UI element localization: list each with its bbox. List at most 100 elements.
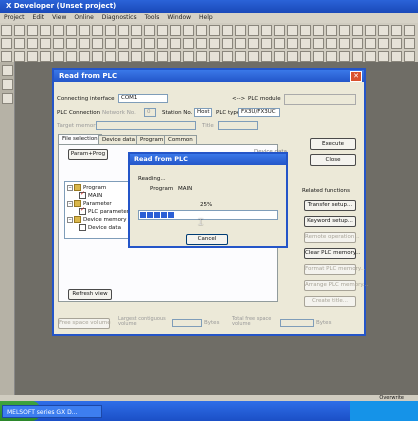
toolbar-button[interactable] bbox=[144, 38, 155, 49]
menu-online[interactable]: Online bbox=[70, 13, 97, 23]
toolbar-button[interactable] bbox=[131, 51, 142, 62]
toolbar-button[interactable] bbox=[40, 51, 51, 62]
collapse-icon[interactable]: − bbox=[67, 200, 73, 207]
toolbar-button[interactable] bbox=[14, 51, 25, 62]
execute-button[interactable]: Execute bbox=[310, 138, 356, 150]
toolbar-button[interactable] bbox=[235, 25, 246, 36]
toolbar-button[interactable] bbox=[1, 38, 12, 49]
toolbar-button[interactable] bbox=[352, 38, 363, 49]
toolbar-button[interactable] bbox=[248, 25, 259, 36]
tree-item-plc-parameter[interactable]: PLC parameter bbox=[79, 206, 129, 215]
toolbar-button[interactable] bbox=[378, 51, 389, 62]
toolbar-button[interactable] bbox=[378, 38, 389, 49]
toolbar-button[interactable] bbox=[183, 25, 194, 36]
toolbar-button[interactable] bbox=[66, 38, 77, 49]
toolbar-button[interactable] bbox=[92, 38, 103, 49]
toolbar-button[interactable] bbox=[183, 51, 194, 62]
toolbar-button[interactable] bbox=[326, 25, 337, 36]
toolbar-button[interactable] bbox=[53, 51, 64, 62]
plc-parameter-checkbox[interactable] bbox=[79, 206, 86, 215]
toolbar-button[interactable] bbox=[248, 51, 259, 62]
collapse-icon[interactable]: − bbox=[67, 216, 73, 223]
toolbar-button[interactable] bbox=[79, 25, 90, 36]
toolbar-button[interactable] bbox=[27, 25, 38, 36]
toolbar-button[interactable] bbox=[365, 25, 376, 36]
cancel-button[interactable]: Cancel bbox=[186, 234, 228, 245]
toolbar-button[interactable] bbox=[1, 25, 12, 36]
toolbar-button[interactable] bbox=[209, 51, 220, 62]
toolbar-button[interactable] bbox=[261, 38, 272, 49]
clear-plc-memory-button[interactable]: Clear PLC memory... bbox=[304, 248, 361, 259]
toolbar-button[interactable] bbox=[53, 38, 64, 49]
toolbar-button[interactable] bbox=[339, 38, 350, 49]
menu-view[interactable]: View bbox=[48, 13, 70, 23]
toolbar-button[interactable] bbox=[157, 51, 168, 62]
keyword-setup-button[interactable]: Keyword setup... bbox=[304, 216, 356, 227]
toolbar-button[interactable] bbox=[196, 25, 207, 36]
tree-item-parameter[interactable]: − Parameter bbox=[67, 200, 112, 207]
toolbar-button[interactable] bbox=[300, 51, 311, 62]
toolbar-button[interactable] bbox=[66, 51, 77, 62]
tree-item-device-memory[interactable]: − Device memory bbox=[67, 216, 127, 223]
toolbar-button[interactable] bbox=[105, 25, 116, 36]
toolbar-button[interactable] bbox=[235, 38, 246, 49]
toolbar-button[interactable] bbox=[79, 38, 90, 49]
refresh-view-button[interactable]: Refresh view bbox=[68, 289, 112, 300]
tab-device-data[interactable]: Device data bbox=[98, 135, 139, 144]
toolbar-button[interactable] bbox=[118, 38, 129, 49]
toolbar-button[interactable] bbox=[222, 38, 233, 49]
toolbar-button[interactable] bbox=[105, 38, 116, 49]
toolbar-button[interactable] bbox=[313, 51, 324, 62]
toolbar-button[interactable] bbox=[118, 51, 129, 62]
toolbar-button[interactable] bbox=[209, 25, 220, 36]
toolbar-button[interactable] bbox=[131, 25, 142, 36]
toolbar-button[interactable] bbox=[287, 38, 298, 49]
toolbar-button[interactable] bbox=[391, 25, 402, 36]
param-prog-button[interactable]: Param+Prog bbox=[68, 149, 108, 160]
menu-help[interactable]: Help bbox=[195, 13, 217, 23]
station-no-field[interactable]: Host bbox=[194, 108, 212, 117]
toolbar-button[interactable] bbox=[326, 38, 337, 49]
toolbar-button[interactable] bbox=[313, 38, 324, 49]
toolbar-button[interactable] bbox=[313, 25, 324, 36]
toolbar-button[interactable] bbox=[274, 25, 285, 36]
close-button[interactable]: Close bbox=[310, 154, 356, 166]
toolbar-button[interactable] bbox=[66, 25, 77, 36]
toolbar-button[interactable] bbox=[274, 38, 285, 49]
toolbar-button[interactable] bbox=[105, 51, 116, 62]
menu-project[interactable]: Project bbox=[0, 13, 29, 23]
toolbar-button[interactable] bbox=[287, 25, 298, 36]
toolbar-button[interactable] bbox=[170, 25, 181, 36]
toolbar-button[interactable] bbox=[274, 51, 285, 62]
toolbar-button[interactable] bbox=[144, 25, 155, 36]
toolbar-button[interactable] bbox=[144, 51, 155, 62]
menu-window[interactable]: Window bbox=[163, 13, 195, 23]
toolbar-button[interactable] bbox=[300, 25, 311, 36]
menu-diagnostics[interactable]: Diagnostics bbox=[98, 13, 141, 23]
toolbar-button[interactable] bbox=[183, 38, 194, 49]
main-checkbox[interactable] bbox=[79, 190, 86, 199]
toolbar-button[interactable] bbox=[404, 25, 415, 36]
toolbar-button[interactable] bbox=[118, 25, 129, 36]
toolbar-button[interactable] bbox=[261, 25, 272, 36]
toolbar-button[interactable] bbox=[14, 25, 25, 36]
toolbar-button[interactable] bbox=[27, 51, 38, 62]
toolbar-button[interactable] bbox=[300, 38, 311, 49]
toolbar-button[interactable] bbox=[14, 38, 25, 49]
tree-item-device-data[interactable]: Device data bbox=[79, 224, 121, 231]
toolbar-button[interactable] bbox=[339, 51, 350, 62]
collapse-icon[interactable]: − bbox=[67, 184, 73, 191]
close-icon[interactable]: ✕ bbox=[350, 71, 362, 82]
toolbar-button[interactable] bbox=[365, 51, 376, 62]
menu-edit[interactable]: Edit bbox=[29, 13, 49, 23]
toolbar-button[interactable] bbox=[92, 51, 103, 62]
tree-item-program[interactable]: − Program bbox=[67, 184, 106, 191]
transfer-setup-button[interactable]: Transfer setup... bbox=[304, 200, 356, 211]
toolbar-button[interactable] bbox=[27, 38, 38, 49]
plc-type-field[interactable]: FX3U/FX3UC bbox=[238, 108, 280, 117]
toolbar-button[interactable] bbox=[196, 38, 207, 49]
toolbar-button[interactable] bbox=[391, 38, 402, 49]
toolbar-button[interactable] bbox=[131, 38, 142, 49]
toolbar-button[interactable] bbox=[40, 25, 51, 36]
toolbar-button[interactable] bbox=[222, 51, 233, 62]
